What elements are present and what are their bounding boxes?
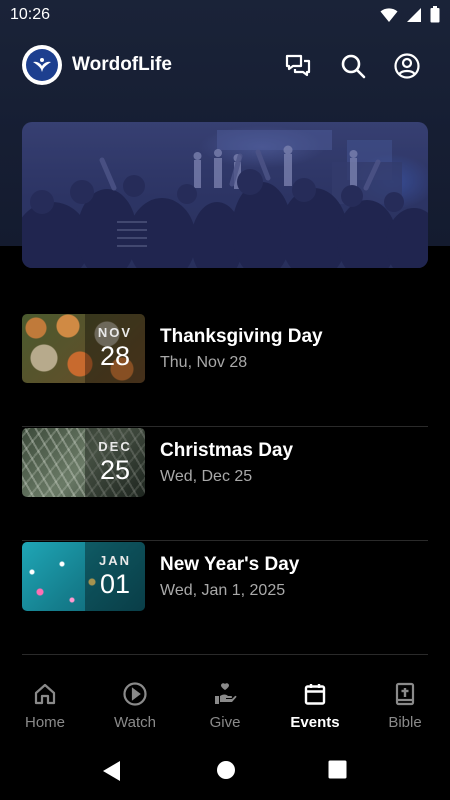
divider — [22, 654, 428, 655]
event-date: Wed, Jan 1, 2025 — [160, 582, 286, 599]
give-hand-icon — [215, 683, 237, 704]
search-button[interactable] — [339, 52, 367, 80]
event-month: JAN — [98, 553, 131, 568]
back-icon[interactable] — [102, 760, 122, 782]
nav-label: Give — [209, 714, 241, 731]
nav-label: Bible — [388, 714, 422, 731]
worship-crowd-illustration — [22, 122, 428, 268]
event-thumbnail: NOV 28 — [22, 314, 145, 383]
divider — [22, 426, 428, 427]
event-month: DEC — [98, 439, 132, 454]
nav-give[interactable]: Give — [180, 672, 270, 736]
nav-label: Events — [290, 714, 340, 731]
nav-label: Watch — [114, 714, 156, 731]
wifi-icon — [380, 7, 398, 22]
event-item[interactable]: NOV 28 Thanksgiving Day Thu, Nov 28 — [22, 314, 428, 427]
chat-icon — [285, 54, 311, 77]
date-overlay: NOV 28 — [85, 314, 145, 383]
calendar-icon — [304, 684, 326, 705]
chat-button[interactable] — [284, 52, 312, 80]
app-logo — [22, 45, 62, 85]
date-overlay: JAN 01 — [85, 542, 145, 611]
event-day: 28 — [99, 341, 131, 371]
app-bar: WordofLife — [0, 40, 450, 92]
account-button[interactable] — [393, 52, 421, 80]
home-circle-icon[interactable] — [216, 760, 236, 780]
dove-logo-icon — [33, 58, 51, 72]
event-title: Thanksgiving Day — [160, 326, 323, 347]
play-circle-icon — [123, 682, 147, 706]
status-icons — [380, 6, 440, 23]
divider — [22, 540, 428, 541]
bible-icon — [395, 682, 415, 706]
event-day: 25 — [99, 455, 131, 485]
event-item[interactable]: DEC 25 Christmas Day Wed, Dec 25 — [22, 428, 428, 541]
app-title: WordofLife — [72, 54, 172, 75]
event-title: Christmas Day — [160, 440, 294, 461]
event-item[interactable]: JAN 01 New Year's Day Wed, Jan 1, 2025 — [22, 542, 428, 655]
recents-icon[interactable] — [328, 760, 347, 779]
event-date: Thu, Nov 28 — [160, 354, 248, 371]
search-icon — [341, 54, 366, 79]
battery-icon — [430, 6, 440, 23]
account-icon — [394, 53, 420, 79]
nav-home[interactable]: Home — [0, 672, 90, 736]
nav-label: Home — [24, 714, 65, 731]
event-title: New Year's Day — [160, 554, 300, 575]
event-day: 01 — [99, 569, 131, 599]
status-bar: 10:26 — [0, 0, 450, 32]
event-month: NOV — [97, 325, 133, 340]
event-date: Wed, Dec 25 — [160, 468, 253, 485]
signal-icon — [407, 7, 421, 22]
nav-events[interactable]: Events — [270, 672, 360, 736]
home-icon — [34, 683, 56, 705]
nav-watch[interactable]: Watch — [90, 672, 180, 736]
system-navigation-bar — [0, 742, 450, 800]
date-overlay: DEC 25 — [85, 428, 145, 497]
status-time: 10:26 — [10, 6, 51, 23]
event-thumbnail: DEC 25 — [22, 428, 145, 497]
bottom-navigation: Home Watch Give Events Bible — [0, 672, 450, 742]
event-thumbnail: JAN 01 — [22, 542, 145, 611]
nav-bible[interactable]: Bible — [360, 672, 450, 736]
hero-banner-image[interactable] — [22, 122, 428, 268]
